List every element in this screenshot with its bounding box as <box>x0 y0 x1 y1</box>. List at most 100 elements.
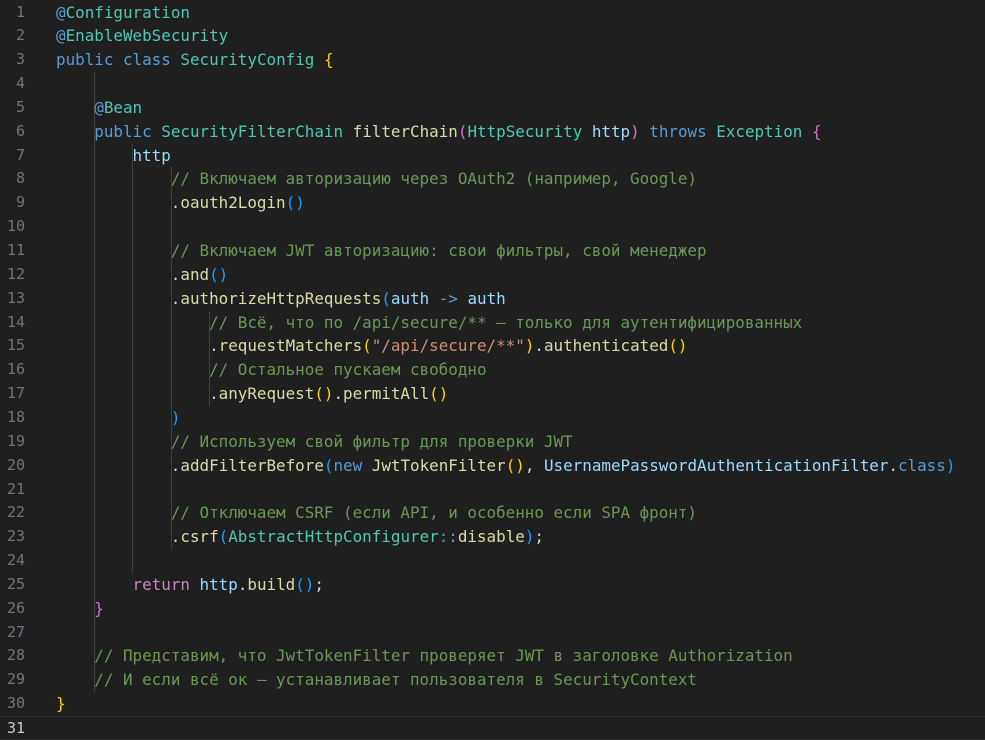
code-line[interactable]: 7 http <box>0 144 985 168</box>
code-token: // И если всё ок — устанавливает пользов… <box>94 670 698 690</box>
code-token: // Всё, что по /api/secure/** — только д… <box>209 312 803 332</box>
code-token: auth <box>390 288 430 308</box>
code-line[interactable]: 12 .and() <box>0 263 985 287</box>
code-token: oauth2Login <box>180 193 286 213</box>
code-token: class <box>897 455 946 475</box>
code-text: // Используем свой фильтр для проверки J… <box>56 430 573 454</box>
code-line[interactable]: 8 // Включаем авторизацию через OAuth2 (… <box>0 167 985 191</box>
code-text: // Включаем JWT авторизацию: свои фильтр… <box>56 239 707 263</box>
code-token: ; <box>534 527 544 547</box>
code-text: // И если всё ок — устанавливает пользов… <box>56 668 697 692</box>
code-line[interactable]: 10 <box>0 215 985 239</box>
code-token: () <box>668 336 688 356</box>
code-token: // Используем свой фильтр для проверки J… <box>170 431 573 451</box>
code-line[interactable]: 26 } <box>0 597 985 621</box>
code-line[interactable]: 19 // Используем свой фильтр для проверк… <box>0 430 985 454</box>
code-line[interactable]: 25 return http.build(); <box>0 573 985 597</box>
code-line[interactable]: 9 .oauth2Login() <box>0 191 985 215</box>
code-line[interactable]: 29 // И если всё ок — устанавливает поль… <box>0 668 985 692</box>
code-line[interactable]: 18 ) <box>0 406 985 430</box>
line-number: 30 <box>6 694 25 713</box>
code-token: () <box>295 574 315 594</box>
code-line[interactable]: 6 public SecurityFilterChain filterChain… <box>0 120 985 144</box>
code-line[interactable]: 27 <box>0 621 985 645</box>
code-line[interactable]: 3 public class SecurityConfig { <box>0 48 985 72</box>
code-line[interactable]: 31 <box>0 716 985 740</box>
code-line[interactable]: 2 @EnableWebSecurity <box>0 24 985 48</box>
code-line[interactable]: 24 <box>0 549 985 573</box>
code-token: auth <box>467 288 506 308</box>
code-token: . <box>534 336 544 356</box>
line-number: 26 <box>6 598 25 617</box>
code-line[interactable]: 20 .addFilterBefore(new JwtTokenFilter()… <box>0 454 985 478</box>
code-text: @Bean <box>56 96 142 120</box>
code-line[interactable]: 30} <box>0 692 985 716</box>
line-number: 7 <box>15 145 25 164</box>
line-number: 9 <box>15 193 25 212</box>
code-text: // Отключаем CSRF (если API, и особенно … <box>56 501 697 525</box>
code-token: () <box>285 193 305 213</box>
line-number: 29 <box>6 670 25 689</box>
code-line[interactable]: 16 // Остальное пускаем свободно <box>0 358 985 382</box>
code-text: ) <box>56 406 181 430</box>
code-text: } <box>56 597 104 621</box>
code-line[interactable]: 5 @Bean <box>0 96 985 120</box>
line-number: 24 <box>6 551 25 570</box>
code-token: addFilterBefore <box>180 455 324 475</box>
code-token: @ <box>56 26 66 46</box>
code-token: Exception <box>716 121 803 141</box>
code-line[interactable]: 13 .authorizeHttpRequests(auth -> auth <box>0 287 985 311</box>
code-line[interactable]: 22 // Отключаем CSRF (если API, и особен… <box>0 501 985 525</box>
line-number: 8 <box>15 169 25 188</box>
code-token: . <box>237 574 248 594</box>
code-token: () <box>429 384 449 404</box>
code-token: permitAll <box>343 384 430 404</box>
code-token: http <box>591 121 631 141</box>
code-token: requestMatchers <box>218 336 363 356</box>
code-token: throws <box>649 121 707 141</box>
code-line[interactable]: 14 // Всё, что по /api/secure/** — тольк… <box>0 311 985 335</box>
code-text: .requestMatchers("/api/secure/**").authe… <box>56 334 687 358</box>
code-text: .and() <box>56 263 228 287</box>
code-editor[interactable]: 1 @Configuration 2 @EnableWebSecurity 3 publi… <box>0 0 985 740</box>
code-line[interactable]: 28 // Представим, что JwtTokenFilter про… <box>0 644 985 668</box>
code-token: { <box>811 121 822 141</box>
code-line[interactable]: 23 .csrf(AbstractHttpConfigurer::disable… <box>0 525 985 549</box>
code-line[interactable]: 4 <box>0 72 985 96</box>
code-token: @ <box>94 97 104 117</box>
code-token: () <box>314 384 334 404</box>
code-token: , <box>524 455 544 475</box>
code-line[interactable]: 1 @Configuration <box>0 1 985 25</box>
code-token: . <box>56 193 181 213</box>
code-token: . <box>333 384 344 404</box>
code-token: class <box>122 50 171 70</box>
code-text: // Включаем авторизацию через OAuth2 (на… <box>56 167 697 191</box>
code-token: authorizeHttpRequests <box>180 288 382 308</box>
code-line[interactable]: 11 // Включаем JWT авторизацию: свои фил… <box>0 239 985 263</box>
code-token: return <box>132 574 190 594</box>
code-text: @EnableWebSecurity <box>56 24 228 48</box>
code-token: . <box>56 288 181 308</box>
code-token: build <box>247 574 296 594</box>
line-number: 28 <box>6 646 25 665</box>
line-number: 13 <box>6 288 25 307</box>
line-number: 21 <box>6 479 25 498</box>
code-line[interactable]: 21 <box>0 478 985 502</box>
code-text: public class SecurityConfig { <box>56 48 334 72</box>
code-text: http <box>56 144 171 168</box>
code-line[interactable]: 17 .anyRequest().permitAll() <box>0 382 985 406</box>
code-line[interactable]: 15 .requestMatchers("/api/secure/**").au… <box>0 334 985 358</box>
